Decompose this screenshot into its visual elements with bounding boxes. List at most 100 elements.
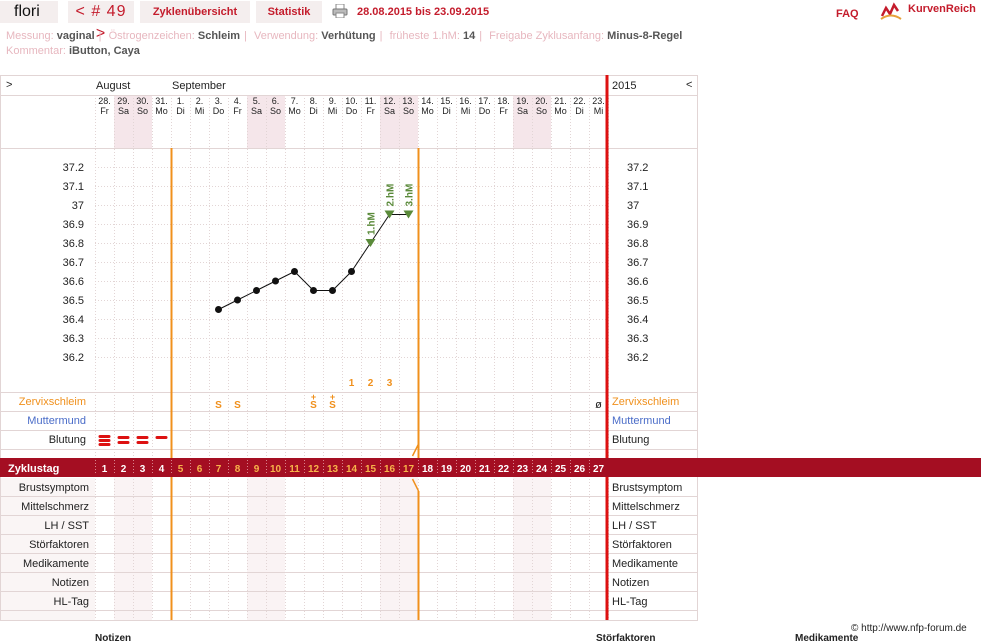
row-label-notizen: Notizen (612, 577, 649, 589)
row-label-blutung: Blutung (612, 434, 649, 446)
cycle-day-number[interactable]: 22 (498, 464, 510, 475)
y-tick-label: 36.8 (627, 238, 648, 250)
count-label: 2 (368, 378, 374, 389)
day-date: 11. (365, 96, 377, 106)
cycle-day-number[interactable]: 25 (555, 464, 567, 475)
y-tick-label: 36.5 (63, 295, 84, 307)
day-weekday: So (536, 106, 547, 116)
temperature-point[interactable] (215, 306, 222, 313)
row-label-zervixschleim: Zervixschleim (19, 396, 86, 408)
chart-prev-arrow[interactable]: > (6, 79, 12, 91)
high-measurement-label: 3.hM (405, 184, 416, 207)
month-label: August (96, 80, 130, 92)
row-label-hl-tag: HL-Tag (54, 596, 89, 608)
cycle-day-number[interactable]: 2 (121, 464, 127, 475)
cycle-day-number[interactable]: 10 (270, 464, 282, 475)
day-weekday: Mo (554, 106, 567, 116)
day-weekday: Mi (328, 106, 338, 116)
y-tick-label: 36.7 (627, 257, 648, 269)
day-weekday: Fr (499, 106, 508, 116)
temperature-point[interactable] (291, 268, 298, 275)
y-tick-label: 36.9 (63, 219, 84, 231)
weekend-shade (532, 477, 551, 620)
row-label-zervixschleim: Zervixschleim (612, 396, 679, 408)
cycle-day-number[interactable]: 15 (365, 464, 377, 475)
temperature-point[interactable] (329, 287, 336, 294)
notes-heading: Notizen (95, 633, 132, 644)
cycle-day-number[interactable]: 21 (479, 464, 491, 475)
temperature-point[interactable] (272, 277, 279, 285)
row-label-st-rfaktoren: Störfaktoren (612, 539, 672, 551)
chart-next-arrow[interactable]: < (686, 79, 692, 91)
temperature-point[interactable] (253, 287, 260, 294)
row-label-blutung: Blutung (49, 434, 86, 446)
row-label-mittelschmerz: Mittelschmerz (21, 501, 89, 513)
day-date: 20. (535, 96, 548, 106)
cycle-day-number[interactable]: 1 (102, 464, 108, 475)
row-label-muttermund: Muttermund (27, 415, 86, 427)
cycle-day-number[interactable]: 8 (235, 464, 241, 475)
cycle-day-number[interactable]: 20 (460, 464, 472, 475)
medication-heading: Medikamente (795, 633, 859, 644)
bleeding-mark (155, 436, 168, 439)
cycle-day-number[interactable]: 12 (308, 464, 320, 475)
cycle-day-number[interactable]: 26 (574, 464, 586, 475)
count-label: 1 (349, 378, 355, 389)
cycle-day-number[interactable]: 5 (178, 464, 184, 475)
zervix-mark: ø (595, 399, 602, 411)
y-tick-label: 36.6 (627, 276, 648, 288)
day-weekday: Di (176, 106, 185, 116)
cycle-day-number[interactable]: 13 (327, 464, 339, 475)
y-tick-label: 37.1 (627, 181, 648, 193)
day-date: 28. (98, 96, 111, 106)
cycle-day-number[interactable]: 17 (403, 464, 415, 475)
day-weekday: Sa (118, 106, 129, 116)
cycle-day-number[interactable]: 4 (159, 464, 165, 475)
temperature-point[interactable] (234, 296, 241, 304)
y-tick-label: 36.3 (627, 333, 648, 345)
day-date: 31. (155, 96, 168, 106)
day-date: 1. (177, 96, 185, 106)
day-weekday: Mo (288, 106, 301, 116)
cycle-day-number[interactable]: 11 (289, 464, 300, 475)
weekend-shade (266, 477, 285, 620)
cycle-day-number[interactable]: 23 (517, 464, 529, 475)
zervix-mark: S (215, 400, 222, 411)
day-date: 7. (291, 96, 299, 106)
temperature-point[interactable] (310, 287, 317, 294)
weekend-shade (380, 477, 399, 620)
day-weekday: Mi (195, 106, 205, 116)
day-date: 2. (196, 96, 204, 106)
zervix-mark: S (310, 400, 317, 411)
day-weekday: So (137, 106, 148, 116)
temperature-point[interactable] (348, 268, 355, 275)
day-weekday: Do (213, 106, 225, 116)
cycle-day-number[interactable]: 18 (422, 464, 434, 475)
cycle-day-number[interactable]: 7 (216, 464, 222, 475)
cycle-day-number[interactable]: 14 (346, 464, 358, 475)
y-tick-label: 36.2 (63, 352, 84, 364)
cycle-day-number[interactable]: 24 (536, 464, 548, 475)
day-date: 30. (136, 96, 149, 106)
cycle-day-number[interactable]: 9 (254, 464, 260, 475)
cycle-day-number[interactable]: 19 (441, 464, 453, 475)
day-date: 12. (383, 96, 396, 106)
day-date: 9. (329, 96, 337, 106)
cycle-day-number[interactable]: 27 (593, 464, 605, 475)
day-weekday: Mo (421, 106, 434, 116)
day-date: 19. (516, 96, 529, 106)
day-weekday: Sa (251, 106, 262, 116)
row-label-mittelschmerz: Mittelschmerz (612, 501, 680, 513)
cycle-chart: > <August September 201528.Fr29.Sa30.So31.M… (0, 75, 981, 621)
row-label-st-rfaktoren: Störfaktoren (29, 539, 89, 551)
high-measurement-label: 1.hM (367, 212, 378, 235)
cycle-day-number[interactable]: 6 (197, 464, 203, 475)
day-weekday: Mo (155, 106, 168, 116)
cycle-day-number[interactable]: 16 (384, 464, 396, 475)
day-weekday: Do (346, 106, 358, 116)
day-date: 10. (345, 96, 358, 106)
row-label-medikamente: Medikamente (23, 558, 89, 570)
day-weekday: Do (479, 106, 491, 116)
day-date: 14. (421, 96, 434, 106)
cycle-day-number[interactable]: 3 (140, 464, 146, 475)
